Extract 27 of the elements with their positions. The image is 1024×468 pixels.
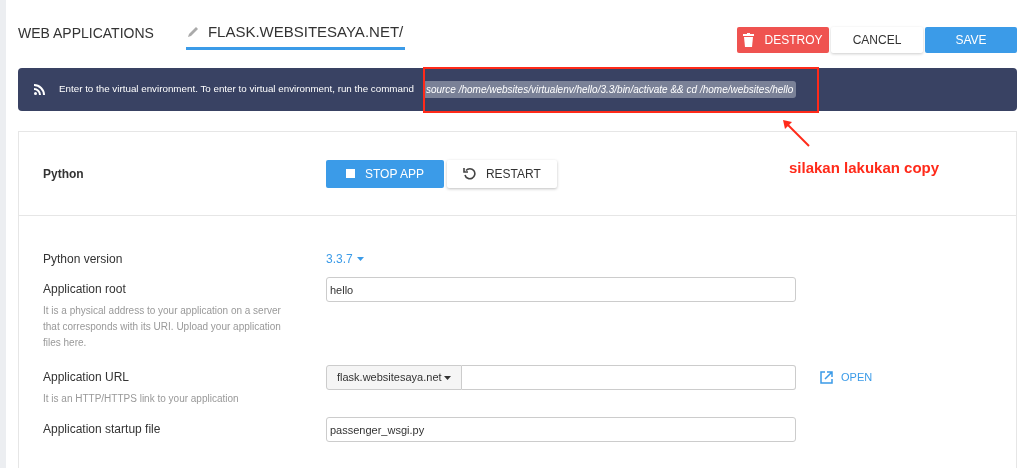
url-path-field[interactable] [461, 365, 796, 390]
app-name-field[interactable]: FLASK.WEBSITESAYA.NET/ [185, 23, 406, 50]
section-title: Python [43, 165, 85, 183]
trash-icon [743, 33, 755, 47]
domain-dropdown[interactable]: flask.websitesaya.net [326, 365, 462, 390]
input-field[interactable]: passenger_wsgi.py [326, 417, 796, 442]
field-description: It is a physical address to your application on a server that corresponds with its URI. Upload your application files here. [43, 304, 282, 350]
input-field[interactable]: hello [326, 277, 796, 302]
banner-text: Enter to the virtual environment. To enter to virtual environment, run the command [59, 82, 414, 97]
command-text: source /home/websites/virtualenv/hello/3.3/bin/activate && cd /home/websites/hello [422, 81, 797, 98]
caret-icon [443, 375, 451, 380]
field-label: Application root [43, 281, 127, 298]
restart-button[interactable]: RESTART [446, 159, 557, 188]
pencil-icon [185, 25, 200, 39]
rss-icon [34, 84, 45, 95]
field-description: It is an HTTP/HTTPS link to your application [43, 392, 240, 406]
field-label: Python version [43, 251, 124, 268]
restart-icon [462, 167, 476, 180]
external-link-icon [820, 371, 833, 384]
stop-icon [346, 169, 355, 178]
caret-icon [356, 257, 364, 261]
cancel-button[interactable]: CANCEL [831, 27, 923, 53]
field-label: Application URL [43, 369, 131, 386]
breadcrumb-link[interactable]: WEB APPLICATIONS [18, 24, 154, 42]
pointer-arrow [781, 118, 811, 148]
annotation-text: silakan lakukan copy [789, 158, 940, 178]
field-label: Application startup file [43, 421, 162, 438]
